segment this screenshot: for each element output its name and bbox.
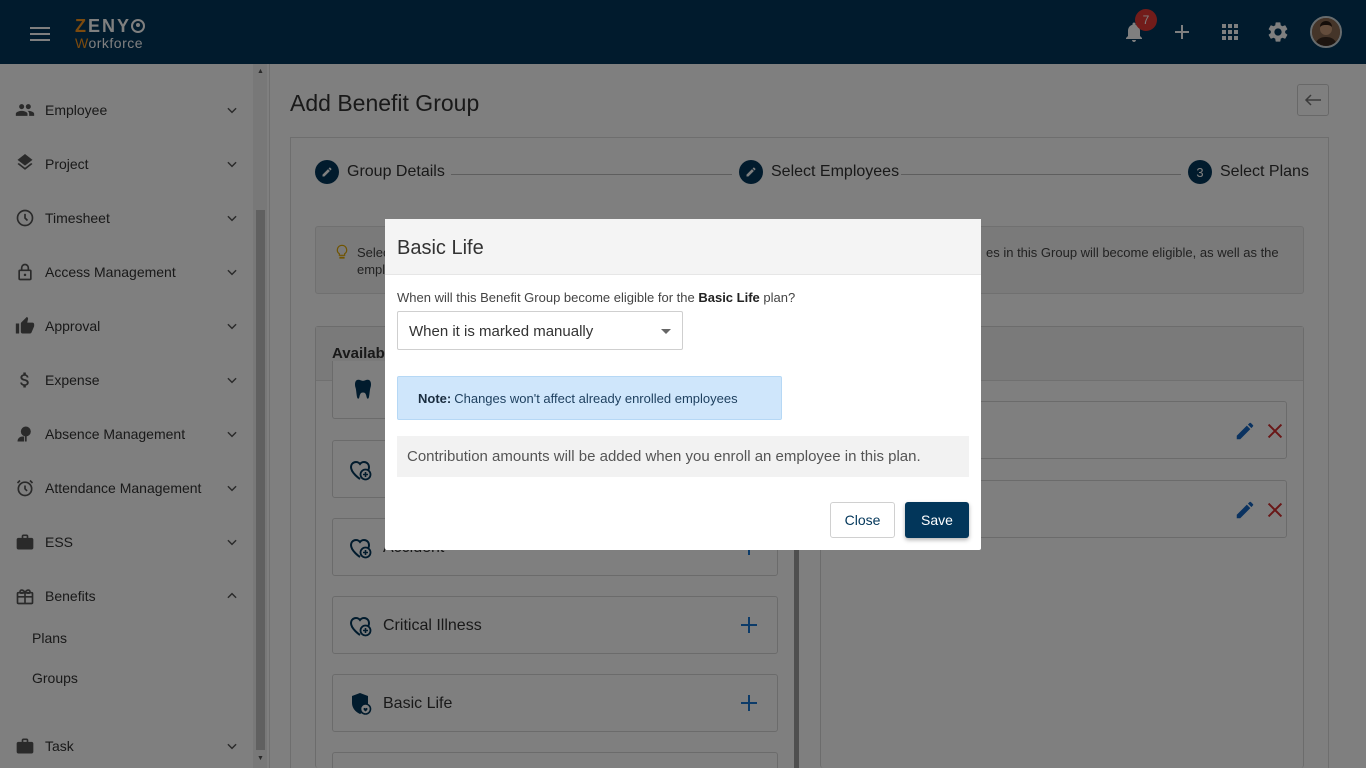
contribution-text: Contribution amounts will be added when … — [407, 448, 921, 465]
question-text: When will this Benefit Group become elig… — [397, 290, 695, 305]
dialog-header: Basic Life — [385, 219, 981, 275]
contribution-info: Contribution amounts will be added when … — [397, 436, 969, 477]
close-button[interactable]: Close — [830, 502, 895, 538]
dialog-title: Basic Life — [397, 237, 484, 259]
eligibility-select[interactable]: When it is marked manually — [397, 311, 683, 350]
dropdown-caret-icon — [661, 329, 671, 334]
question-plan-name: Basic Life — [698, 290, 760, 305]
plan-eligibility-dialog: Basic Life When will this Benefit Group … — [385, 219, 981, 550]
select-value: When it is marked manually — [409, 323, 594, 340]
note-banner: Note: Changes won't affect already enroll… — [397, 376, 782, 420]
eligibility-question: When will this Benefit Group become elig… — [397, 290, 795, 305]
note-text: Changes won't affect already enrolled em… — [454, 391, 738, 406]
question-text: plan? — [763, 290, 796, 305]
note-label: Note: — [418, 391, 452, 406]
save-button[interactable]: Save — [905, 502, 969, 538]
